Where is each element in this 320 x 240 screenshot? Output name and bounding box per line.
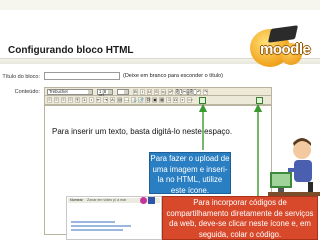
- pointer-arrows: [100, 103, 263, 212]
- arrow-hidden: [100, 196, 150, 212]
